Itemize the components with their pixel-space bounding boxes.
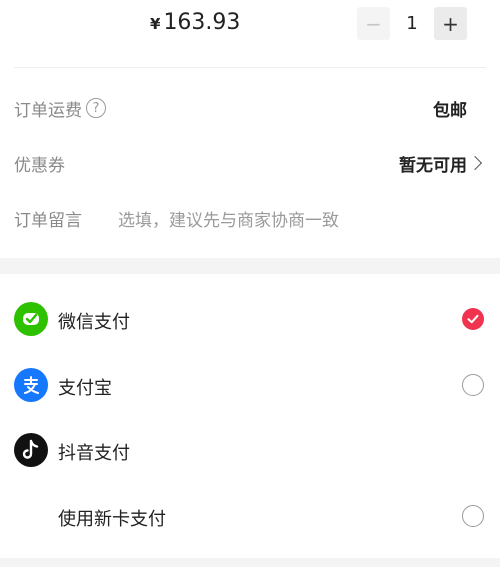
shipping-fee-value: 包邮: [433, 100, 467, 121]
chevron-right-icon[interactable]: [467, 155, 483, 171]
order-note-row: 订单留言 选填，建议先与商家协商一致: [0, 198, 500, 238]
douyin-pay-icon: [14, 433, 48, 467]
payment-option-alipay[interactable]: 支付宝: [0, 360, 500, 410]
increase-quantity-button[interactable]: +: [434, 7, 467, 40]
wechat-pay-icon: [14, 302, 48, 336]
radio-unselected[interactable]: [462, 505, 484, 527]
divider: [14, 67, 486, 68]
section-separator: [0, 558, 500, 567]
payment-label: 支付宝: [58, 378, 112, 399]
quantity-value[interactable]: 1: [390, 13, 434, 34]
coupon-label: 优惠券: [14, 155, 65, 176]
order-note-input[interactable]: 选填，建议先与商家协商一致: [118, 206, 339, 231]
shipping-fee-label-group: 订单运费 ?: [14, 96, 106, 121]
product-summary-row: ¥ 163.93 − 1 +: [0, 0, 500, 50]
shipping-fee-label: 订单运费: [14, 100, 82, 121]
decrease-quantity-button[interactable]: −: [357, 7, 390, 40]
product-price: ¥ 163.93: [150, 10, 240, 40]
currency-symbol: ¥: [150, 15, 161, 33]
payment-label: 微信支付: [58, 312, 130, 333]
coupon-value[interactable]: 暂无可用: [399, 151, 467, 176]
payment-label: 抖音支付: [58, 443, 130, 464]
order-note-label: 订单留言: [14, 210, 82, 231]
price-amount: 163.93: [163, 10, 241, 35]
alipay-icon: [14, 368, 48, 402]
payment-option-douyin[interactable]: 抖音支付: [0, 425, 500, 475]
section-separator: [0, 258, 500, 274]
help-icon[interactable]: ?: [86, 98, 106, 118]
payment-option-new-card[interactable]: 使用新卡支付: [0, 491, 500, 541]
radio-unselected[interactable]: [462, 374, 484, 396]
coupon-row[interactable]: 优惠券 暂无可用: [0, 143, 500, 183]
payment-option-wechat[interactable]: 微信支付: [0, 294, 500, 344]
quantity-stepper: − 1 +: [357, 7, 467, 40]
radio-selected[interactable]: [462, 308, 484, 330]
shipping-fee-row: 订单运费 ? 包邮: [0, 88, 500, 128]
payment-label: 使用新卡支付: [58, 509, 166, 530]
